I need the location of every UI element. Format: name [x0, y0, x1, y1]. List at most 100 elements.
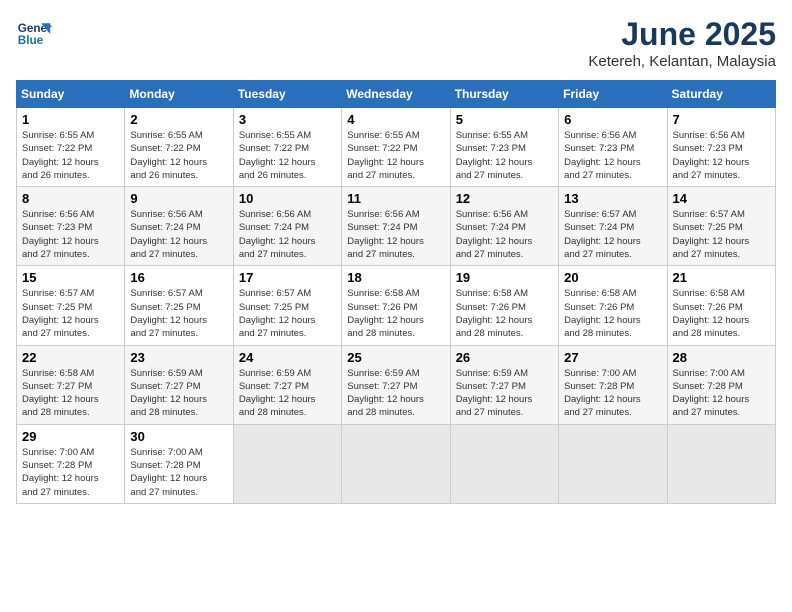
table-row: 27 Sunrise: 7:00 AM Sunset: 7:28 PM Dayli… — [559, 345, 667, 424]
day-number: 2 — [130, 112, 227, 127]
day-info: Sunrise: 6:56 AM Sunset: 7:23 PM Dayligh… — [22, 208, 119, 261]
day-info: Sunrise: 6:58 AM Sunset: 7:26 PM Dayligh… — [456, 287, 553, 340]
table-row: 23Sunrise: 6:59 AM Sunset: 7:27 PM Dayli… — [125, 345, 233, 424]
table-row: 30 Sunrise: 7:00 AM Sunset: 7:28 PM Dayli… — [125, 424, 233, 503]
day-info: Sunrise: 6:58 AM Sunset: 7:27 PM Dayligh… — [22, 367, 119, 420]
day-info: Sunrise: 6:55 AM Sunset: 7:23 PM Dayligh… — [456, 129, 553, 182]
day-number: 1 — [22, 112, 119, 127]
table-row: 4 Sunrise: 6:55 AM Sunset: 7:22 PM Daylig… — [342, 108, 450, 187]
table-row: 9 Sunrise: 6:56 AM Sunset: 7:24 PM Daylig… — [125, 187, 233, 266]
day-number: 7 — [673, 112, 770, 127]
table-row: 28Sunrise: 7:00 AM Sunset: 7:28 PM Dayli… — [667, 345, 775, 424]
table-row — [342, 424, 450, 503]
table-row: 7 Sunrise: 6:56 AM Sunset: 7:23 PM Daylig… — [667, 108, 775, 187]
table-row: 5 Sunrise: 6:55 AM Sunset: 7:23 PM Daylig… — [450, 108, 558, 187]
table-row: 15Sunrise: 6:57 AM Sunset: 7:25 PM Dayli… — [17, 266, 125, 345]
location-title: Ketereh, Kelantan, Malaysia — [588, 53, 776, 70]
day-number: 30 — [130, 429, 227, 444]
logo: General Blue — [16, 16, 52, 52]
header-tuesday: Tuesday — [233, 81, 341, 108]
day-info: Sunrise: 6:59 AM Sunset: 7:27 PM Dayligh… — [347, 367, 444, 420]
header-wednesday: Wednesday — [342, 81, 450, 108]
table-row — [233, 424, 341, 503]
table-row: 13 Sunrise: 6:57 AM Sunset: 7:24 PM Dayli… — [559, 187, 667, 266]
table-row: 25 Sunrise: 6:59 AM Sunset: 7:27 PM Dayli… — [342, 345, 450, 424]
day-info: Sunrise: 6:59 AM Sunset: 7:27 PM Dayligh… — [456, 367, 553, 420]
day-number: 3 — [239, 112, 336, 127]
day-number: 21 — [673, 270, 770, 285]
table-row — [559, 424, 667, 503]
day-number: 4 — [347, 112, 444, 127]
day-number: 19 — [456, 270, 553, 285]
table-row: 1 Sunrise: 6:55 AM Sunset: 7:22 PM Daylig… — [17, 108, 125, 187]
day-number: 12 — [456, 191, 553, 206]
day-number: 22 — [22, 350, 119, 365]
day-info: Sunrise: 6:58 AM Sunset: 7:26 PM Dayligh… — [673, 287, 770, 340]
day-number: 27 — [564, 350, 661, 365]
svg-text:Blue: Blue — [18, 34, 44, 47]
day-info: Sunrise: 6:57 AM Sunset: 7:25 PM Dayligh… — [130, 287, 227, 340]
calendar-week-4: 22 Sunrise: 6:58 AM Sunset: 7:27 PM Dayli… — [17, 345, 776, 424]
day-number: 9 — [130, 191, 227, 206]
day-info: Sunrise: 6:57 AM Sunset: 7:25 PM Dayligh… — [239, 287, 336, 340]
month-title: June 2025 — [588, 16, 776, 53]
table-row: 21 Sunrise: 6:58 AM Sunset: 7:26 PM Dayli… — [667, 266, 775, 345]
day-number: 5 — [456, 112, 553, 127]
day-number: 17 — [239, 270, 336, 285]
calendar-week-2: 8 Sunrise: 6:56 AM Sunset: 7:23 PM Daylig… — [17, 187, 776, 266]
day-number: 8 — [22, 191, 119, 206]
table-row: 11Sunrise: 6:56 AM Sunset: 7:24 PM Dayli… — [342, 187, 450, 266]
logo-icon: General Blue — [16, 16, 52, 52]
day-info: Sunrise: 6:55 AM Sunset: 7:22 PM Dayligh… — [347, 129, 444, 182]
day-info: Sunrise: 6:56 AM Sunset: 7:24 PM Dayligh… — [130, 208, 227, 261]
day-info: Sunrise: 6:55 AM Sunset: 7:22 PM Dayligh… — [239, 129, 336, 182]
calendar-header-row: Sunday Monday Tuesday Wednesday Thursday… — [17, 81, 776, 108]
day-info: Sunrise: 6:55 AM Sunset: 7:22 PM Dayligh… — [22, 129, 119, 182]
table-row — [450, 424, 558, 503]
table-row: 2 Sunrise: 6:55 AM Sunset: 7:22 PM Daylig… — [125, 108, 233, 187]
calendar-table: Sunday Monday Tuesday Wednesday Thursday… — [16, 80, 776, 504]
day-info: Sunrise: 6:57 AM Sunset: 7:24 PM Dayligh… — [564, 208, 661, 261]
day-number: 20 — [564, 270, 661, 285]
table-row: 17 Sunrise: 6:57 AM Sunset: 7:25 PM Dayli… — [233, 266, 341, 345]
table-row: 29Sunrise: 7:00 AM Sunset: 7:28 PM Dayli… — [17, 424, 125, 503]
table-row: 6 Sunrise: 6:56 AM Sunset: 7:23 PM Daylig… — [559, 108, 667, 187]
day-info: Sunrise: 6:58 AM Sunset: 7:26 PM Dayligh… — [564, 287, 661, 340]
day-info: Sunrise: 6:59 AM Sunset: 7:27 PM Dayligh… — [130, 367, 227, 420]
day-info: Sunrise: 6:57 AM Sunset: 7:25 PM Dayligh… — [22, 287, 119, 340]
table-row: 16Sunrise: 6:57 AM Sunset: 7:25 PM Dayli… — [125, 266, 233, 345]
table-row — [667, 424, 775, 503]
day-info: Sunrise: 6:57 AM Sunset: 7:25 PM Dayligh… — [673, 208, 770, 261]
header-monday: Monday — [125, 81, 233, 108]
day-info: Sunrise: 6:56 AM Sunset: 7:24 PM Dayligh… — [456, 208, 553, 261]
day-number: 18 — [347, 270, 444, 285]
day-info: Sunrise: 7:00 AM Sunset: 7:28 PM Dayligh… — [564, 367, 661, 420]
table-row: 12 Sunrise: 6:56 AM Sunset: 7:24 PM Dayli… — [450, 187, 558, 266]
calendar-week-3: 15Sunrise: 6:57 AM Sunset: 7:25 PM Dayli… — [17, 266, 776, 345]
table-row: 14 Sunrise: 6:57 AM Sunset: 7:25 PM Dayli… — [667, 187, 775, 266]
header-friday: Friday — [559, 81, 667, 108]
day-number: 26 — [456, 350, 553, 365]
header-sunday: Sunday — [17, 81, 125, 108]
table-row: 19 Sunrise: 6:58 AM Sunset: 7:26 PM Dayli… — [450, 266, 558, 345]
day-number: 28 — [673, 350, 770, 365]
day-info: Sunrise: 7:00 AM Sunset: 7:28 PM Dayligh… — [130, 446, 227, 499]
day-number: 25 — [347, 350, 444, 365]
table-row: 3 Sunrise: 6:55 AM Sunset: 7:22 PM Daylig… — [233, 108, 341, 187]
calendar-week-1: 1 Sunrise: 6:55 AM Sunset: 7:22 PM Daylig… — [17, 108, 776, 187]
day-number: 14 — [673, 191, 770, 206]
day-number: 13 — [564, 191, 661, 206]
day-info: Sunrise: 6:56 AM Sunset: 7:23 PM Dayligh… — [673, 129, 770, 182]
table-row: 26 Sunrise: 6:59 AM Sunset: 7:27 PM Dayli… — [450, 345, 558, 424]
day-number: 6 — [564, 112, 661, 127]
day-number: 24 — [239, 350, 336, 365]
day-number: 10 — [239, 191, 336, 206]
day-info: Sunrise: 6:56 AM Sunset: 7:23 PM Dayligh… — [564, 129, 661, 182]
day-info: Sunrise: 6:55 AM Sunset: 7:22 PM Dayligh… — [130, 129, 227, 182]
table-row: 20 Sunrise: 6:58 AM Sunset: 7:26 PM Dayli… — [559, 266, 667, 345]
table-row: 10Sunrise: 6:56 AM Sunset: 7:24 PM Dayli… — [233, 187, 341, 266]
header-thursday: Thursday — [450, 81, 558, 108]
calendar-week-5: 29Sunrise: 7:00 AM Sunset: 7:28 PM Dayli… — [17, 424, 776, 503]
table-row: 8 Sunrise: 6:56 AM Sunset: 7:23 PM Daylig… — [17, 187, 125, 266]
day-number: 11 — [347, 191, 444, 206]
